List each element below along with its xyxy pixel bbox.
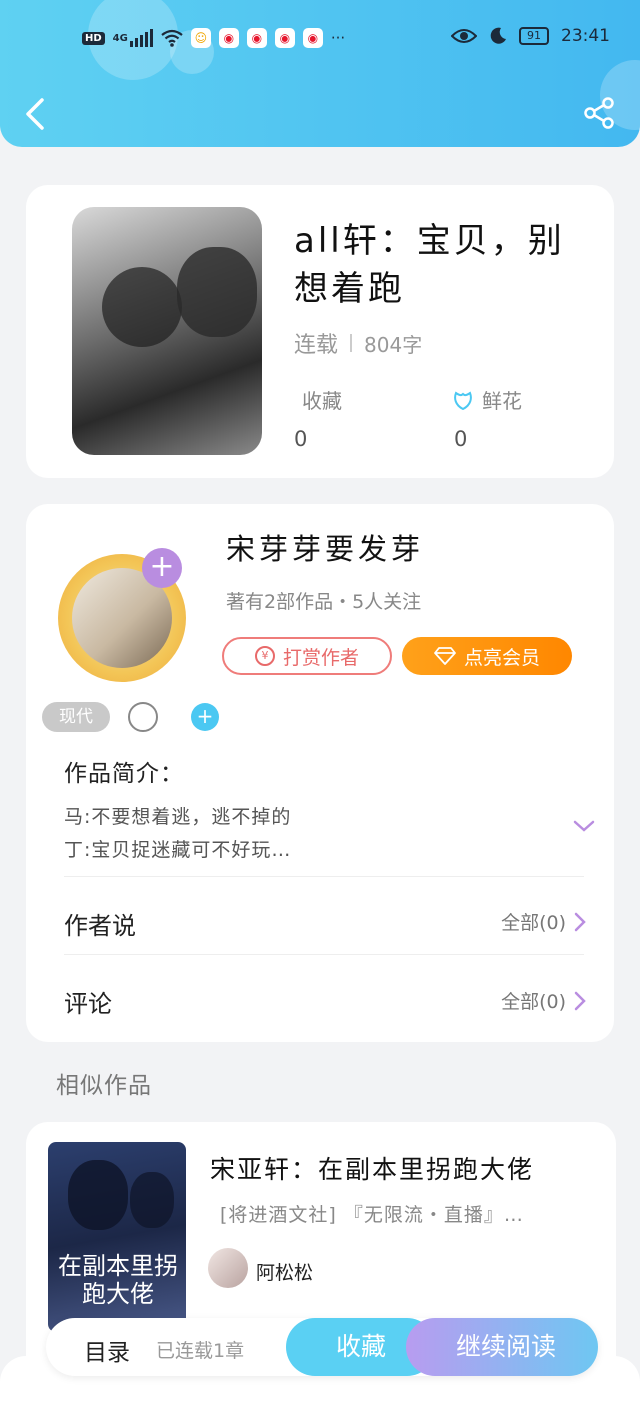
eye-icon [451,29,477,43]
book-status: 连载 [294,333,339,358]
chevron-right-icon [574,912,586,931]
similar-works-heading: 相似作品 [56,1073,152,1099]
comments-count: 全部(0) [501,991,566,1013]
genre-tag[interactable]: 现代 [42,702,110,732]
similar-work-title: 宋亚轩：在副本里拐跑大佬 [210,1155,535,1184]
intro-line-1: 马:不要想着逃，逃不掉的 [64,806,292,828]
author-says-all-link[interactable]: 全部(0) [501,908,586,935]
similar-author-name: 阿松松 [256,1262,314,1284]
book-meta: 连载 804字 [294,327,422,359]
similar-work-cover[interactable]: 在副本里拐跑大佬 [48,1142,186,1332]
add-tag-button[interactable]: + [191,703,219,731]
moon-icon [490,27,506,44]
author-summary: 著有2部作品・5人关注 [226,591,422,613]
flower-stat-count: 0 [454,427,468,451]
author-says-count: 全部(0) [501,912,566,934]
author-card: + 宋芽芽要发芽 著有2部作品・5人关注 ¥ 打赏作者 点亮会员 现代 + 作品… [26,504,614,1042]
follow-author-button[interactable]: + [142,548,182,588]
book-title: all轩：宝贝，别想着跑 [294,221,565,309]
meta-divider [350,334,353,352]
weibo-icon: ◉ [218,28,239,48]
comments-label: 评论 [64,990,112,1018]
book-cover-image[interactable] [72,207,262,455]
toc-button[interactable]: 目录 [84,1333,130,1367]
chevron-right-icon [574,991,586,1010]
signal-icon [129,29,153,47]
top-header: HD 4G ☺ ◉ ◉ ◉ ◉ ··· 91 23:41 [0,0,640,147]
tag-placeholder[interactable] [128,702,158,732]
vip-label: 点亮会员 [463,646,540,669]
weibo-icon: ◉ [302,28,323,48]
author-says-label: 作者说 [64,912,136,940]
flower-stat[interactable]: 鲜花 [452,385,522,414]
intro-title: 作品简介： [64,761,184,787]
continue-reading-button[interactable]: 继续阅读 [406,1318,598,1376]
divider [64,954,584,955]
intro-line-2: 丁:宝贝捉迷藏可不好玩… [64,839,292,861]
share-icon[interactable] [582,96,616,130]
status-bar: HD 4G ☺ ◉ ◉ ◉ ◉ ··· 91 23:41 [0,24,640,54]
tip-author-button[interactable]: ¥ 打赏作者 [222,637,392,675]
weibo-icon: ◉ [274,28,295,48]
author-name[interactable]: 宋芽芽要发芽 [226,526,424,568]
similar-work-tags: [将进酒文社] 『无限流・直播』… [220,1204,524,1226]
back-arrow-icon[interactable] [22,94,50,134]
hd-indicator: HD [82,31,105,45]
tip-author-label: 打赏作者 [282,646,359,669]
book-word-count: 804字 [364,332,423,357]
collect-stat-count: 0 [294,427,308,451]
wifi-icon [161,29,183,47]
vip-button[interactable]: 点亮会员 [402,637,572,675]
flower-label: 鲜花 [482,389,522,413]
comments-all-link[interactable]: 全部(0) [501,987,586,1014]
app-notification-icon: ☺ [190,28,211,48]
similar-author-avatar [208,1248,248,1288]
battery-icon: 91 [519,27,549,45]
divider [64,876,584,877]
flower-icon [454,390,472,410]
clock: 23:41 [561,26,610,46]
diamond-icon [434,647,456,665]
yen-icon: ¥ [254,646,275,666]
network-label: 4G [112,32,128,44]
more-notifications: ··· [330,29,346,47]
collect-stat-label: 收藏 [302,389,342,413]
book-info-card: all轩：宝贝，别想着跑 连载 804字 收藏 0 鲜花 0 [26,185,614,478]
weibo-icon: ◉ [246,28,267,48]
chapter-progress: 已连载1章 [156,1340,245,1362]
expand-intro-chevron-icon[interactable] [572,816,596,836]
similar-cover-title: 在副本里拐跑大佬 [58,1252,178,1308]
bottom-action-bar: 目录 已连载1章 收藏 继续阅读 [46,1318,598,1376]
